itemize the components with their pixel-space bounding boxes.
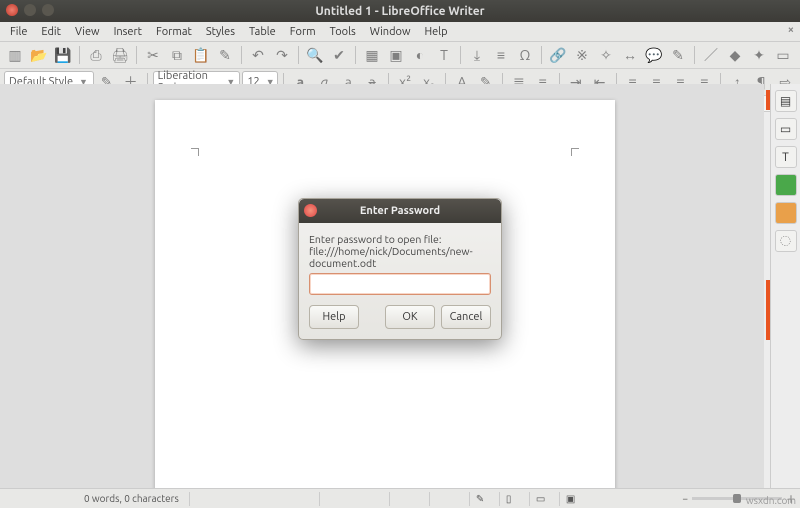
password-input[interactable] (309, 273, 491, 295)
enter-password-dialog: Enter Password Enter password to open fi… (298, 198, 502, 340)
dialog-prompt-line2: file:///home/nick/Documents/new-document… (309, 245, 491, 269)
dialog-prompt-line1: Enter password to open file: (309, 233, 491, 245)
modal-overlay: Enter Password Enter password to open fi… (0, 0, 800, 508)
dialog-title: Enter Password (360, 205, 440, 217)
ok-button[interactable]: OK (385, 305, 435, 329)
cancel-button[interactable]: Cancel (441, 305, 491, 329)
dialog-titlebar: Enter Password (299, 199, 501, 223)
dialog-close-button[interactable] (304, 204, 317, 217)
help-button[interactable]: Help (309, 305, 359, 329)
